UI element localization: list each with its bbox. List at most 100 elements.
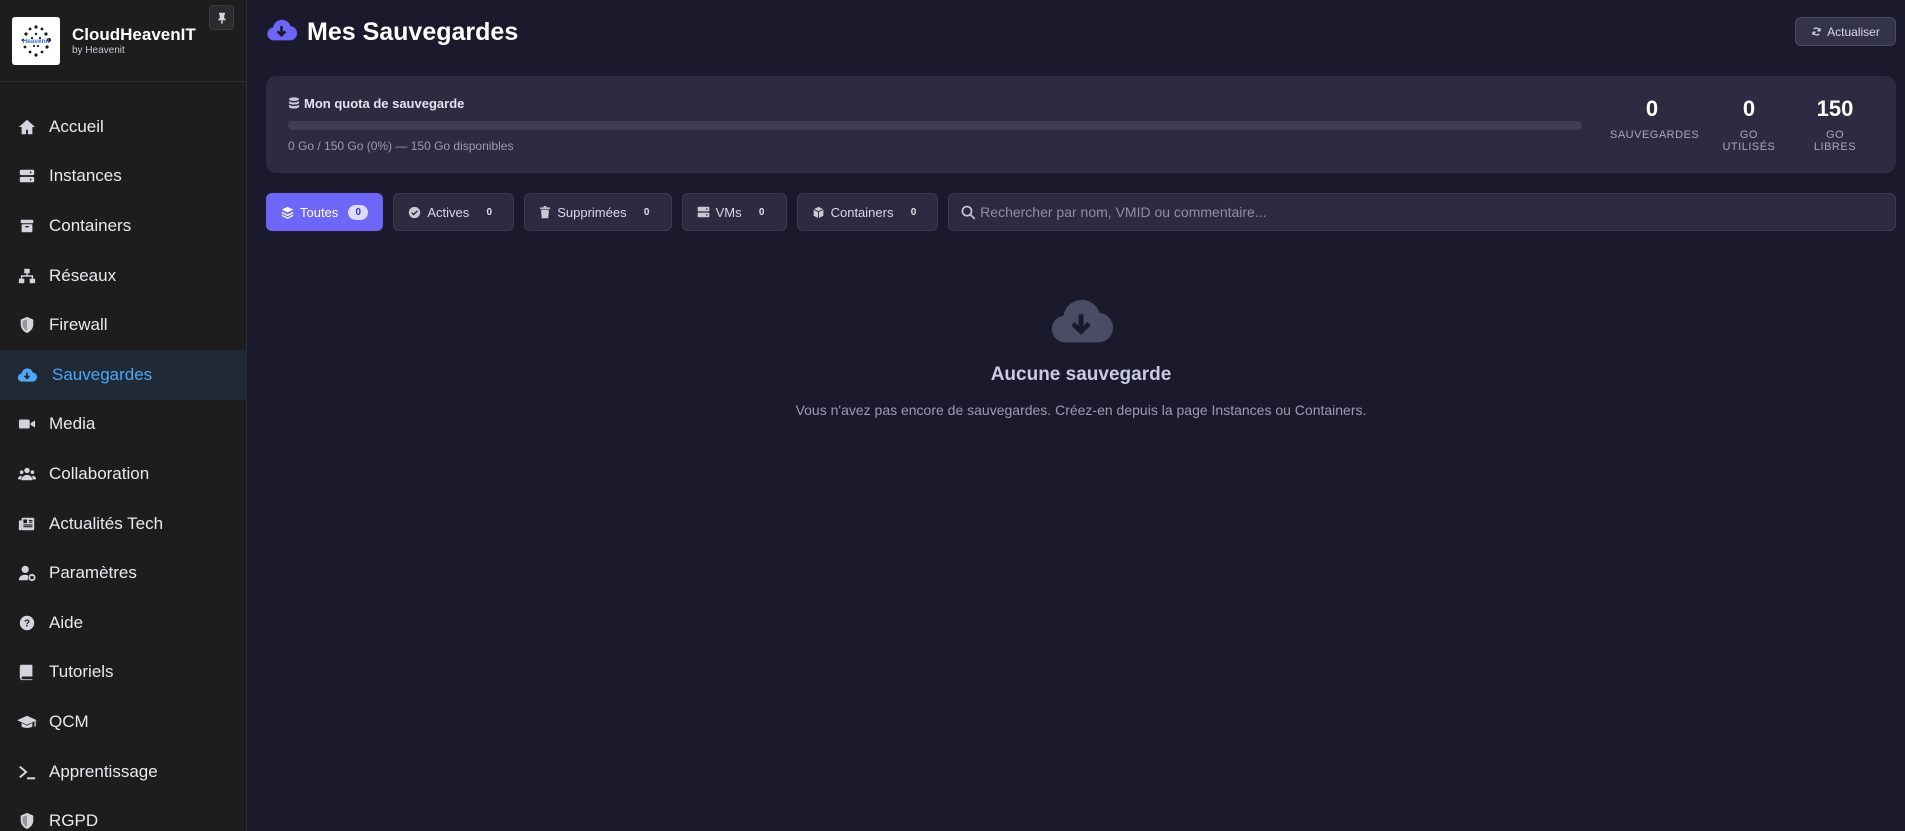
sidebar-item-label: Actualités Tech	[49, 513, 164, 533]
sidebar-item-accueil[interactable]: Accueil	[0, 102, 246, 152]
sidebar-nav: Accueil Instances Containers Réseaux Fir…	[0, 82, 246, 831]
brand-name: CloudHeavenIT	[72, 24, 196, 44]
layers-icon	[281, 206, 294, 219]
filter-containers[interactable]: Containers 0	[796, 193, 939, 231]
sidebar-item-label: Instances	[49, 166, 122, 186]
newspaper-icon	[17, 514, 37, 534]
sidebar-item-instances[interactable]: Instances	[0, 152, 246, 202]
brand-header: Heavenit CloudHeavenIT by Heavenit	[0, 0, 246, 82]
filter-supprimees[interactable]: Supprimées 0	[524, 193, 672, 231]
stat-value: 150	[1816, 96, 1854, 121]
sidebar-item-containers[interactable]: Containers	[0, 201, 246, 251]
sidebar: Heavenit CloudHeavenIT by Heavenit Accue…	[0, 0, 247, 831]
stat-label: SAUVEGARDES	[1610, 129, 1700, 141]
brand-subtitle: by Heavenit	[72, 44, 125, 56]
database-icon	[288, 97, 300, 109]
empty-state: Aucune sauvegarde Vous n'avez pas encore…	[266, 297, 1896, 418]
sidebar-item-label: Media	[49, 414, 96, 434]
filter-count-badge: 0	[348, 204, 369, 220]
sidebar-item-label: Accueil	[49, 116, 104, 136]
filter-bar: Toutes 0 Actives 0 Supprimées 0 VMs 0 Co…	[266, 193, 1896, 231]
sidebar-item-qcm[interactable]: QCM	[0, 697, 246, 747]
main-content: Mes Sauvegardes Actualiser Mon quota de …	[247, 0, 1905, 831]
sidebar-item-label: Réseaux	[49, 265, 117, 285]
sidebar-item-actualites-tech[interactable]: Actualités Tech	[0, 499, 246, 549]
book-icon	[17, 662, 37, 682]
refresh-button[interactable]: Actualiser	[1795, 17, 1896, 46]
quota-stats: 0 SAUVEGARDES 0 GO UTILISÉS 150 GO LIBRE…	[1600, 96, 1876, 153]
filter-count-badge: 0	[486, 206, 492, 218]
sidebar-item-label: Aide	[49, 612, 84, 632]
cloud-download-icon	[266, 17, 298, 48]
sidebar-item-parametres[interactable]: Paramètres	[0, 548, 246, 598]
stat-value: 0	[1645, 96, 1659, 121]
sidebar-item-firewall[interactable]: Firewall	[0, 300, 246, 350]
app: Heavenit CloudHeavenIT by Heavenit Accue…	[0, 0, 1905, 831]
filter-label: Supprimées	[557, 204, 627, 220]
sidebar-item-label: Paramètres	[49, 563, 137, 583]
pin-icon	[217, 12, 226, 24]
video-icon	[17, 414, 37, 434]
filter-actives[interactable]: Actives 0	[393, 193, 515, 231]
refresh-icon	[1812, 27, 1821, 36]
users-icon	[17, 464, 37, 484]
filter-count-badge: 0	[758, 206, 765, 218]
sidebar-item-label: Sauvegardes	[52, 364, 153, 384]
stat-value: 0	[1742, 96, 1756, 121]
quota-title: Mon quota de sauvegarde	[288, 96, 1582, 111]
stat-label: GO UTILISÉS	[1722, 129, 1776, 153]
sidebar-item-collaboration[interactable]: Collaboration	[0, 449, 246, 499]
server-icon	[697, 206, 709, 218]
sidebar-item-label: QCM	[49, 711, 89, 731]
sidebar-item-media[interactable]: Media	[0, 400, 246, 450]
empty-state-title: Aucune sauvegarde	[990, 364, 1172, 385]
pin-sidebar-button[interactable]	[209, 5, 234, 30]
help-icon: ?	[17, 613, 37, 633]
sidebar-item-tutoriels[interactable]: Tutoriels	[0, 648, 246, 698]
check-circle-icon	[409, 206, 421, 218]
sidebar-item-reseaux[interactable]: Réseaux	[0, 251, 246, 301]
filter-count-badge: 0	[910, 206, 917, 218]
filter-count-badge: 0	[643, 206, 650, 218]
quota-info: Mon quota de sauvegarde 0 Go / 150 Go (0…	[288, 96, 1582, 153]
filter-vms[interactable]: VMs 0	[681, 193, 787, 231]
svg-text:?: ?	[24, 618, 30, 629]
shield-icon	[17, 811, 37, 831]
server-icon	[17, 166, 37, 186]
sidebar-item-label: Collaboration	[49, 463, 150, 483]
quota-progress-bar	[288, 121, 1582, 130]
box-icon	[17, 216, 37, 236]
logo-text: Heavenit	[22, 38, 50, 45]
stat-go-libres: 150 GO LIBRES	[1794, 96, 1876, 153]
sidebar-item-label: Tutoriels	[49, 662, 114, 682]
page-header: Mes Sauvegardes Actualiser	[266, 0, 1896, 64]
sidebar-item-label: Containers	[49, 215, 132, 235]
graduation-cap-icon	[17, 712, 37, 732]
sidebar-item-apprentissage[interactable]: Apprentissage	[0, 747, 246, 797]
home-icon	[17, 117, 37, 137]
sidebar-item-label: Apprentissage	[49, 761, 158, 781]
filter-label: Toutes	[300, 204, 339, 220]
sidebar-item-label: Firewall	[49, 315, 108, 335]
quota-summary: 0 Go / 150 Go (0%) — 150 Go disponibles	[288, 139, 514, 153]
sidebar-item-sauvegardes[interactable]: Sauvegardes	[0, 349, 246, 400]
filter-toutes[interactable]: Toutes 0	[266, 193, 384, 231]
search-input[interactable]	[980, 204, 1895, 220]
shield-icon	[17, 315, 37, 335]
refresh-label: Actualiser	[1827, 24, 1880, 39]
trash-icon	[540, 205, 551, 218]
network-icon	[17, 266, 37, 286]
search-box	[948, 193, 1896, 231]
brand-logo[interactable]: Heavenit	[12, 16, 60, 65]
brand-text: CloudHeavenIT by Heavenit	[72, 25, 196, 57]
stat-label: GO LIBRES	[1813, 129, 1857, 153]
cube-icon	[813, 206, 824, 218]
sidebar-item-aide[interactable]: ? Aide	[0, 598, 246, 648]
filter-label: Actives	[427, 204, 470, 220]
logo-graphic: Heavenit	[21, 24, 51, 57]
quota-card: Mon quota de sauvegarde 0 Go / 150 Go (0…	[266, 76, 1896, 173]
sidebar-item-rgpd[interactable]: RGPD	[0, 796, 246, 831]
sidebar-item-label: RGPD	[49, 811, 99, 831]
terminal-icon	[17, 762, 37, 782]
quota-title-text: Mon quota de sauvegarde	[304, 96, 465, 111]
